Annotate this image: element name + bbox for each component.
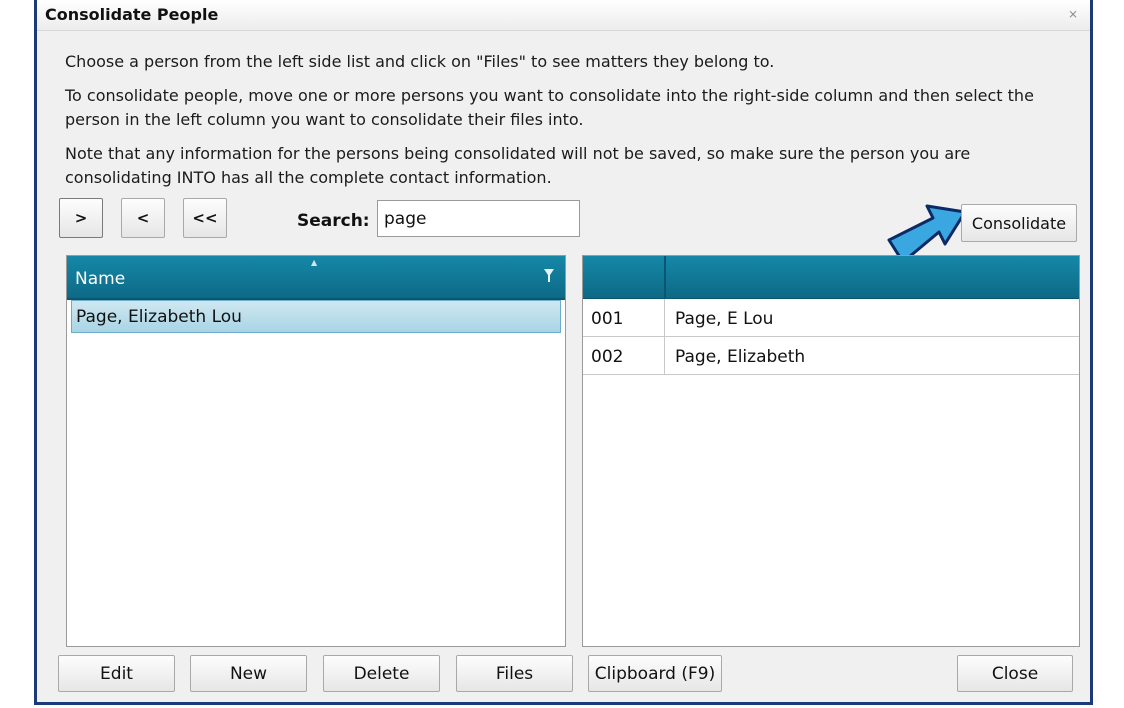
delete-button[interactable]: Delete (323, 655, 440, 692)
table-row[interactable]: 001 Page, E Lou (583, 299, 1079, 337)
dialog-title: Consolidate People (45, 5, 219, 24)
table-row[interactable]: 002 Page, Elizabeth (583, 337, 1079, 375)
right-grid-header (583, 256, 1079, 300)
search-label: Search: (297, 211, 370, 231)
instruction-line-2: To consolidate people, move one or more … (65, 86, 1034, 129)
cell-divider (664, 337, 665, 374)
consolidate-people-dialog: Consolidate People ⨯ Choose a person fro… (34, 0, 1093, 705)
person-id: 001 (591, 309, 624, 329)
edit-button[interactable]: Edit (58, 655, 175, 692)
column-divider (664, 256, 666, 298)
clipboard-button[interactable]: Clipboard (F9) (588, 655, 722, 692)
consolidate-button[interactable]: Consolidate (961, 204, 1077, 242)
instruction-line-1: Choose a person from the left side list … (65, 52, 775, 71)
instruction-line-3: Note that any information for the person… (65, 144, 971, 187)
consolidate-into-grid: 001 Page, E Lou 002 Page, Elizabeth (582, 255, 1080, 647)
move-all-left-button[interactable]: << (183, 198, 227, 238)
close-button[interactable]: Close (957, 655, 1073, 692)
cell-divider (664, 299, 665, 336)
title-bar: Consolidate People ⨯ (37, 0, 1090, 31)
filter-icon[interactable] (543, 268, 555, 284)
person-name: Page, Elizabeth Lou (76, 307, 242, 327)
list-item[interactable]: Page, Elizabeth Lou (71, 300, 561, 333)
new-button[interactable]: New (190, 655, 307, 692)
sort-ascending-icon: ▲ (311, 258, 318, 267)
close-icon[interactable]: ⨯ (1068, 7, 1078, 21)
name-column-header[interactable]: Name ▲ (67, 256, 565, 300)
search-input[interactable] (377, 200, 580, 237)
name-column-label: Name (75, 269, 126, 289)
people-list-grid: Name ▲ Page, Elizabeth Lou (66, 255, 566, 647)
person-name: Page, Elizabeth (675, 347, 806, 367)
files-button[interactable]: Files (456, 655, 573, 692)
move-right-button[interactable]: > (59, 198, 103, 238)
person-id: 002 (591, 347, 624, 367)
person-name: Page, E Lou (675, 309, 774, 329)
move-left-button[interactable]: < (121, 198, 165, 238)
